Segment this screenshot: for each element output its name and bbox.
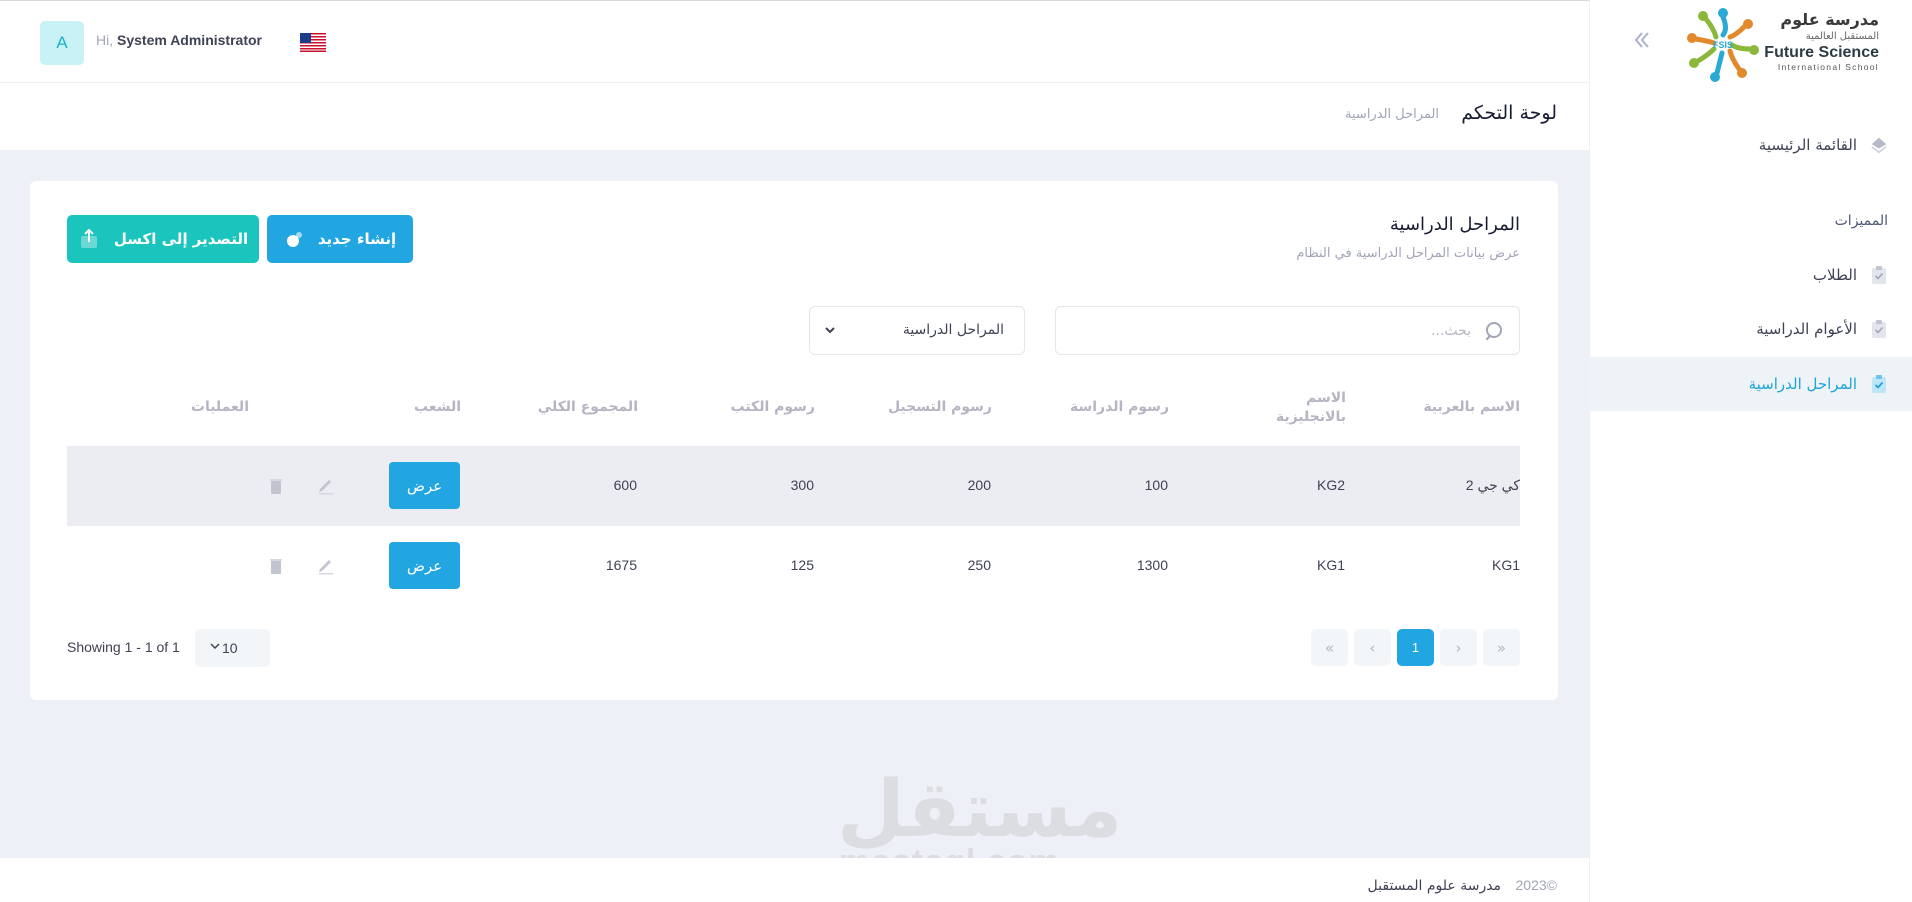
cell-book-fees: 125: [790, 557, 814, 573]
table-row: كي جي 2 KG2 100 200 300 600 عرض: [67, 446, 1520, 526]
sidebar-item-academic-years[interactable]: الأعوام الدراسية: [1589, 302, 1912, 356]
search-icon: [1485, 322, 1502, 341]
search-box: [1055, 306, 1520, 355]
edit-pencil-icon[interactable]: [316, 555, 336, 575]
logo-arabic-line2: المستقبل العالمية: [1805, 31, 1879, 42]
sidebar: FSIS مدرسة علوم المستقبل العالمية Future…: [1589, 0, 1912, 902]
sidebar-item-stages[interactable]: المراحل الدراسية: [1589, 357, 1912, 411]
column-header-study-fees[interactable]: رسوم الدراسة: [1070, 398, 1169, 417]
user-greeting[interactable]: Hi, System Administrator: [96, 32, 262, 48]
chevron-down-icon: [825, 327, 835, 334]
view-sections-button[interactable]: عرض: [389, 462, 460, 509]
sidebar-item-label: المراحل الدراسية: [1748, 375, 1857, 393]
column-header-name-en-line2: بالانجليزية: [1275, 409, 1346, 425]
cell-total: 600: [613, 477, 637, 493]
card-title: المراحل الدراسية: [1389, 214, 1520, 235]
avatar[interactable]: A: [40, 21, 84, 65]
pagination-last-button[interactable]: »: [1311, 629, 1348, 666]
column-header-name-en[interactable]: الاسم بالانجليزية: [1276, 389, 1346, 427]
column-header-book-fees[interactable]: رسوم الكتب: [731, 398, 815, 417]
pagination-first-button[interactable]: «: [1483, 629, 1520, 666]
sidebar-section-label: المميزات: [1834, 213, 1888, 229]
sidebar-collapse-button[interactable]: [1628, 28, 1656, 56]
cell-study-fees: 100: [1144, 477, 1168, 493]
cell-registration-fees: 200: [967, 477, 991, 493]
sidebar-logo-area: FSIS مدرسة علوم المستقبل العالمية Future…: [1590, 0, 1912, 88]
column-header-total[interactable]: المجموع الكلي: [538, 398, 638, 417]
cell-total: 1675: [605, 557, 637, 573]
sidebar-item-label: الأعوام الدراسية: [1756, 320, 1857, 338]
logo-english-line2: International School: [1777, 62, 1879, 72]
double-chevron-left-icon: [1634, 32, 1649, 48]
create-new-button[interactable]: إنشاء جديد: [267, 215, 413, 263]
cell-book-fees: 300: [790, 477, 814, 493]
create-new-label: إنشاء جديد: [317, 230, 397, 248]
logo-english-line1: Future Science: [1764, 44, 1879, 61]
cell-name-ar: KG1: [1491, 557, 1520, 573]
per-page-select[interactable]: 10: [195, 629, 270, 667]
sidebar-item-students[interactable]: الطلاب: [1589, 248, 1912, 302]
sidebar-item-label: الطلاب: [1812, 266, 1857, 284]
footer: ©2023 مدرسة علوم المستقبل: [0, 858, 1589, 902]
diamond-layers-icon: [1870, 135, 1888, 155]
pagination-page-button[interactable]: 1: [1397, 629, 1434, 666]
us-flag-icon[interactable]: [300, 33, 326, 52]
cell-name-en: KG2: [1316, 477, 1345, 493]
export-excel-label: التصدير إلى اكسل: [113, 230, 249, 248]
sidebar-item-label: القائمة الرئيسية: [1758, 136, 1857, 154]
column-header-name-ar[interactable]: الاسم بالعربية: [1423, 398, 1520, 417]
pagination-next-button[interactable]: ›: [1354, 629, 1391, 666]
delete-trash-icon[interactable]: [266, 556, 286, 576]
export-excel-button[interactable]: التصدير إلى اكسل: [67, 215, 259, 263]
export-upload-icon: [80, 228, 97, 248]
logo-badge-text: FSIS: [1713, 40, 1733, 50]
pagination-info: Showing 1 - 1 of 1: [67, 639, 180, 655]
school-logo-icon: FSIS: [1687, 8, 1759, 82]
card-subtitle: عرض بيانات المراحل الدراسية في النظام: [1296, 246, 1520, 261]
user-name: System Administrator: [117, 32, 262, 48]
breadcrumb[interactable]: المراحل الدراسية: [1345, 107, 1439, 122]
footer-year: ©2023: [1515, 877, 1557, 893]
cell-study-fees: 1300: [1136, 557, 1168, 573]
stage-filter-select[interactable]: المراحل الدراسية: [809, 306, 1025, 355]
pagination-prev-button[interactable]: ‹: [1440, 629, 1477, 666]
sidebar-item-home[interactable]: القائمة الرئيسية: [1589, 118, 1912, 172]
view-sections-button[interactable]: عرض: [389, 542, 460, 589]
edit-pencil-icon[interactable]: [316, 475, 336, 495]
footer-school-name[interactable]: مدرسة علوم المستقبل: [1368, 878, 1502, 894]
clipboard-check-icon: [1870, 319, 1888, 339]
clipboard-check-icon: [1870, 374, 1888, 394]
per-page-value: 10: [222, 640, 238, 656]
greeting-text: Hi,: [96, 32, 114, 48]
column-header-registration-fees[interactable]: رسوم التسجيل: [888, 398, 992, 417]
column-header-sections: الشعب: [413, 399, 461, 415]
stages-card: المراحل الدراسية عرض بيانات المراحل الدر…: [30, 181, 1558, 700]
table-row: KG1 KG1 1300 250 125 1675 عرض: [67, 526, 1520, 606]
page-title: لوحة التحكم: [1461, 102, 1557, 124]
delete-trash-icon[interactable]: [266, 476, 286, 496]
top-header: A Hi, System Administrator: [0, 0, 1589, 83]
column-header-name-en-line1: الاسم: [1306, 390, 1346, 406]
cell-name-ar: كي جي 2: [1465, 477, 1520, 493]
subheader: لوحة التحكم المراحل الدراسية: [0, 84, 1589, 150]
column-header-actions: العمليات: [190, 399, 249, 415]
cell-name-en: KG1: [1316, 557, 1345, 573]
stage-filter-value: المراحل الدراسية: [902, 322, 1004, 338]
logo-arabic-line1: مدرسة علوم: [1780, 10, 1879, 29]
search-input[interactable]: [1071, 307, 1471, 354]
cell-registration-fees: 250: [967, 557, 991, 573]
clipboard-check-icon: [1870, 265, 1888, 285]
add-circle-icon: [286, 232, 302, 247]
watermark-arabic: مستقل: [837, 765, 1123, 855]
chevron-down-icon: [210, 643, 220, 650]
footer-text: ©2023 مدرسة علوم المستقبل: [1368, 877, 1557, 894]
